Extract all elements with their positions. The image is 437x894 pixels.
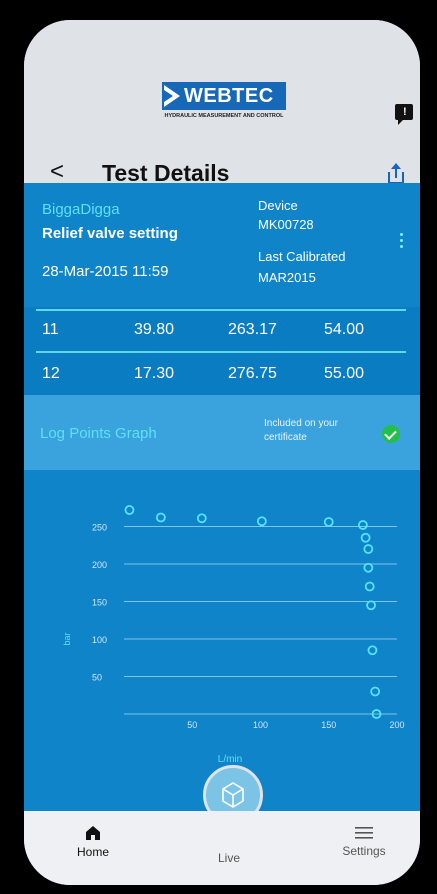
graph-header: Log Points Graph Included on your certif… xyxy=(24,395,420,470)
row-value-a: 39.80 xyxy=(134,321,175,338)
certificate-note: Included on your certificate xyxy=(264,417,338,445)
nav-live[interactable]: Live xyxy=(204,851,254,865)
row-value-b: 276.75 xyxy=(228,365,277,382)
graph-title: Log Points Graph xyxy=(40,425,157,442)
menu-icon xyxy=(355,827,373,839)
nav-settings[interactable]: Settings xyxy=(334,821,394,858)
data-point xyxy=(155,512,166,523)
x-tick-label: 200 xyxy=(389,720,404,730)
included-check-icon[interactable] xyxy=(382,425,400,443)
data-point xyxy=(256,516,267,527)
x-tick-label: 150 xyxy=(321,720,336,730)
certificate-note-line2: certificate xyxy=(264,432,307,443)
row-value-c: 55.00 xyxy=(324,365,365,382)
row-number: 11 xyxy=(42,321,59,338)
calibrated-label: Last Calibrated xyxy=(258,249,346,264)
calibrated-value: MAR2015 xyxy=(258,270,316,285)
device-value: MK00728 xyxy=(258,217,314,232)
y-tick-label: 250 xyxy=(92,523,107,533)
nav-home[interactable]: Home xyxy=(70,821,116,859)
content-area: BiggaDigga Relief valve setting 28-Mar-2… xyxy=(24,183,420,811)
nav-settings-label: Settings xyxy=(342,844,386,858)
chart-svg: 250 200 150 100 50 50 100 150 200 bar L/min xyxy=(62,505,405,765)
certificate-note-line1: Included on your xyxy=(264,418,338,429)
data-point xyxy=(357,520,368,530)
table-row: 11 39.80 263.17 54.00 xyxy=(24,321,420,345)
back-icon[interactable]: < xyxy=(50,158,64,186)
data-point xyxy=(367,645,378,656)
chat-icon[interactable]: ! xyxy=(395,104,413,125)
row-value-c: 54.00 xyxy=(324,321,365,338)
data-point xyxy=(364,581,375,592)
row-value-a: 17.30 xyxy=(134,365,175,382)
row-divider xyxy=(36,309,406,311)
data-point xyxy=(323,517,334,527)
chat-icon-glyph: ! xyxy=(403,106,407,118)
test-info-card: BiggaDigga Relief valve setting 28-Mar-2… xyxy=(24,183,420,307)
x-tick-label: 100 xyxy=(253,720,268,730)
nav-live-label: Live xyxy=(217,851,240,865)
nav-home-label: Home xyxy=(76,845,109,859)
logo-tagline: HYDRAULIC MEASUREMENT AND CONTROL xyxy=(164,113,284,119)
y-tick-label: 50 xyxy=(92,673,102,683)
data-point xyxy=(360,532,371,543)
test-date: 28-Mar-2015 11:59 xyxy=(42,263,169,280)
webtec-logo: WEBTEC HYDRAULIC MEASUREMENT AND CONTROL xyxy=(162,82,286,124)
test-type: Relief valve setting xyxy=(42,225,178,242)
logo-box: WEBTEC xyxy=(162,82,286,110)
y-tick-label: 150 xyxy=(92,598,107,608)
share-icon[interactable] xyxy=(388,163,404,184)
app-header: WEBTEC HYDRAULIC MEASUREMENT AND CONTROL… xyxy=(24,20,420,186)
device-label: Device xyxy=(258,198,298,213)
row-value-b: 263.17 xyxy=(228,321,277,338)
data-point xyxy=(363,544,374,554)
row-number: 12 xyxy=(42,365,60,382)
y-axis-label: bar xyxy=(62,632,72,645)
logo-text: WEBTEC xyxy=(184,85,274,107)
data-point xyxy=(196,513,207,524)
x-axis-label: L/min xyxy=(218,754,242,765)
y-tick-label: 200 xyxy=(92,560,107,570)
more-options-icon[interactable] xyxy=(400,233,404,251)
x-tick-label: 50 xyxy=(187,720,197,730)
phone-frame: WEBTEC HYDRAULIC MEASUREMENT AND CONTROL… xyxy=(24,20,420,885)
y-tick-label: 100 xyxy=(92,635,107,645)
data-point xyxy=(124,505,135,515)
share-icon-arrow xyxy=(391,163,401,169)
bottom-nav: Home Live Settings xyxy=(24,811,420,885)
log-rows: 11 39.80 263.17 54.00 12 17.30 276.75 55… xyxy=(24,307,420,395)
home-icon xyxy=(86,826,100,840)
table-row: 12 17.30 276.75 55.00 xyxy=(24,365,420,389)
customer-name: BiggaDigga xyxy=(42,201,120,218)
row-divider xyxy=(36,351,406,353)
data-point xyxy=(366,600,376,611)
logo-arrow-inner xyxy=(164,90,173,102)
data-point xyxy=(370,686,381,697)
log-points-chart: 250 200 150 100 50 50 100 150 200 bar L/min xyxy=(24,470,420,810)
data-point xyxy=(363,562,374,573)
